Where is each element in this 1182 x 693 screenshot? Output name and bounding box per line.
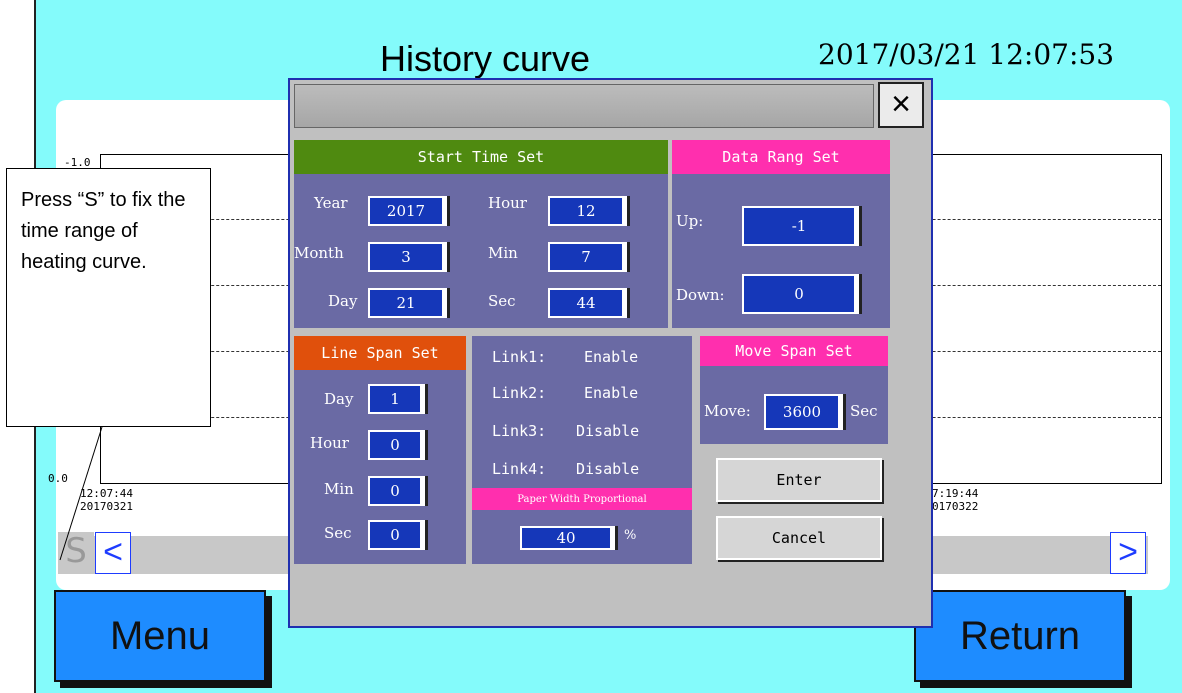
line-min-field[interactable]: 0 [368, 476, 422, 506]
paper-width-unit: % [624, 528, 637, 543]
paper-width-field[interactable]: 40 [520, 526, 612, 550]
hour-label: Hour [488, 194, 527, 212]
day-label: Day [328, 292, 358, 310]
line-span-panel: Line Span Set Day 1 Hour 0 Min 0 Sec 0 [294, 336, 466, 564]
sec-field[interactable]: 44 [548, 288, 624, 318]
down-label: Down: [676, 286, 725, 304]
cancel-button[interactable]: Cancel [716, 516, 882, 560]
line-hour-label: Hour [310, 434, 349, 452]
move-span-header: Move Span Set [700, 336, 888, 366]
line-day-field[interactable]: 1 [368, 384, 422, 414]
hour-field[interactable]: 12 [548, 196, 624, 226]
link3-name: Link3: [492, 422, 547, 440]
data-range-header: Data Rang Set [672, 140, 890, 174]
up-field[interactable]: -1 [742, 206, 856, 246]
link4-state: Disable [576, 460, 640, 478]
link4-name: Link4: [492, 460, 547, 478]
day-field[interactable]: 21 [368, 288, 444, 318]
link1-name: Link1: [492, 348, 547, 366]
min-field[interactable]: 7 [548, 242, 624, 272]
start-time-panel: Start Time Set Year 2017 Month 3 Day 21 … [294, 140, 668, 328]
history-settings-dialog: × Start Time Set Year 2017 Month 3 Day 2… [288, 78, 933, 628]
line-span-header: Line Span Set [294, 336, 466, 370]
link2-state: Enable [584, 384, 639, 402]
links-panel: Link1: Enable Link2: Enable Link3: Disab… [472, 336, 692, 564]
line-day-label: Day [324, 390, 354, 408]
line-sec-field[interactable]: 0 [368, 520, 422, 550]
link2-name: Link2: [492, 384, 547, 402]
move-label: Move: [704, 402, 751, 420]
down-field[interactable]: 0 [742, 274, 856, 314]
line-sec-label: Sec [324, 524, 352, 542]
move-span-panel: Move Span Set Move: 3600 Sec [700, 336, 888, 444]
paper-width-header: Paper Width Proportional [472, 488, 692, 510]
link3-state: Disable [576, 422, 640, 440]
line-hour-field[interactable]: 0 [368, 430, 422, 460]
close-button[interactable]: × [878, 82, 924, 128]
callout-line [59, 426, 103, 561]
year-label: Year [314, 194, 348, 212]
year-field[interactable]: 2017 [368, 196, 444, 226]
link1-state: Enable [584, 348, 639, 366]
up-label: Up: [676, 212, 704, 230]
sec-label: Sec [488, 292, 516, 310]
move-unit: Sec [850, 402, 878, 420]
line-min-label: Min [324, 480, 354, 498]
month-label: Month [294, 244, 344, 262]
move-field[interactable]: 3600 [764, 394, 840, 430]
data-range-panel: Data Rang Set Up: -1 Down: 0 [672, 140, 890, 328]
dialog-titlebar[interactable] [294, 84, 874, 128]
min-label: Min [488, 244, 518, 262]
start-time-header: Start Time Set [294, 140, 668, 174]
month-field[interactable]: 3 [368, 242, 444, 272]
enter-button[interactable]: Enter [716, 458, 882, 502]
